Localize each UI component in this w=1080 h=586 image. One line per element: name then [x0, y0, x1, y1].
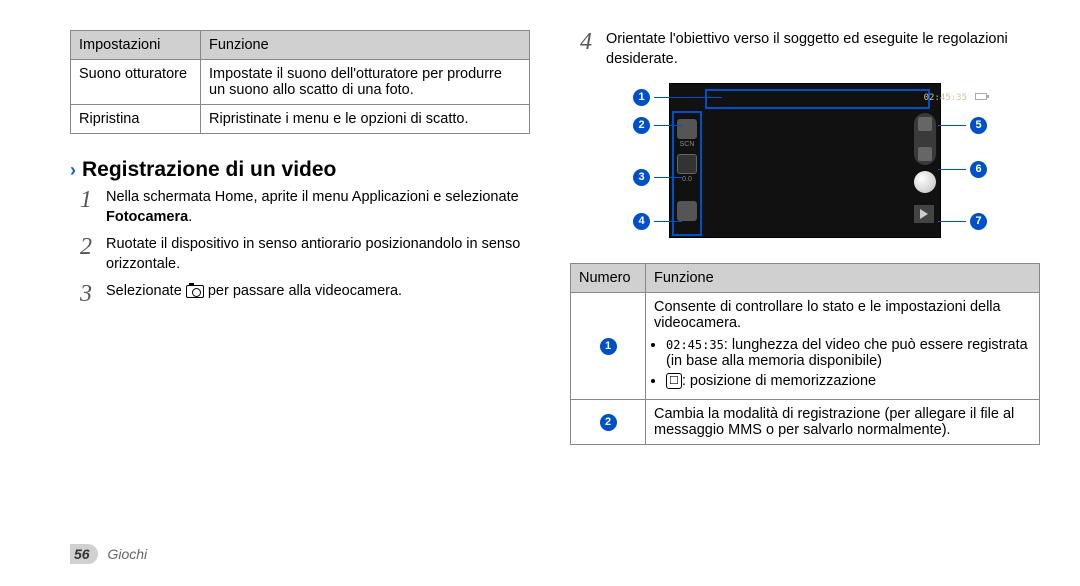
th-num: Numero [571, 264, 646, 293]
cell-func: Ripristinate i menu e le opzioni di scat… [201, 105, 530, 134]
step-text: Selezionate per passare alla videocamera… [106, 282, 402, 310]
cell-func: Impostate il suono dell'otturatore per p… [201, 60, 530, 105]
shutter-button-icon [914, 171, 936, 193]
steps-list: 1 Nella schermata Home, aprite il menu A… [76, 188, 530, 311]
page-footer: 56 Giochi [70, 544, 147, 564]
step-item: 3 Selezionate per passare alla videocame… [76, 282, 530, 310]
step-item: 2 Ruotate il dispositivo in senso antior… [76, 235, 530, 274]
callout-2: 2 [633, 117, 682, 134]
right-controls [914, 113, 938, 223]
step-text: Nella schermata Home, aprite il menu App… [106, 188, 530, 227]
status-bar-highlight [705, 89, 930, 109]
callout-table: Numero Funzione 1 Consente di controllar… [570, 263, 1040, 445]
callout-6: 6 [938, 161, 987, 178]
section-header: › Registrazione di un video [70, 158, 530, 182]
cell-func: Consente di controllare lo stato e le im… [646, 293, 1040, 400]
mode-switch-icon [914, 113, 936, 165]
callout-3: 3 [633, 169, 682, 186]
camera-diagram: 02:45:35 SCN 0.0 1 2 3 4 5 6 7 [615, 83, 995, 243]
page-number: 56 [70, 544, 98, 564]
table-row: Suono otturatore Impostate il suono dell… [71, 60, 530, 105]
callout-5: 5 [938, 117, 987, 134]
step-number: 2 [76, 231, 96, 274]
callout-4: 4 [633, 213, 682, 230]
steps-list-right: 4 Orientate l'obiettivo verso il soggett… [576, 30, 1040, 69]
timecode-label: 02:45:35 [924, 93, 967, 103]
step-number: 3 [76, 278, 96, 310]
step-item: 1 Nella schermata Home, aprite il menu A… [76, 188, 530, 227]
th-setting: Impostazioni [71, 31, 201, 60]
th-func: Funzione [646, 264, 1040, 293]
table-row: Ripristina Ripristinate i menu e le opzi… [71, 105, 530, 134]
scn-label: SCN [674, 141, 700, 148]
section-title: Registrazione di un video [82, 158, 336, 182]
battery-icon [975, 93, 987, 100]
settings-table: Impostazioni Funzione Suono otturatore I… [70, 30, 530, 134]
callout-7: 7 [938, 213, 987, 230]
cell-num: 1 [571, 293, 646, 400]
footer-section: Giochi [107, 546, 147, 562]
step-item: 4 Orientate l'obiettivo verso il soggett… [576, 30, 1040, 69]
bullet-item: ☐: posizione di memorizzazione [666, 373, 1031, 389]
step-text: Ruotate il dispositivo in senso antiorar… [106, 235, 530, 274]
table-row: 2 Cambia la modalità di registrazione (p… [571, 400, 1040, 445]
th-func: Funzione [201, 31, 530, 60]
cell-setting: Suono otturatore [71, 60, 201, 105]
table-row: 1 Consente di controllare lo stato e le … [571, 293, 1040, 400]
callout-1: 1 [633, 89, 722, 106]
step-number: 1 [76, 184, 96, 227]
bullet-item: 02:45:35: lunghezza del video che può es… [666, 337, 1031, 369]
cell-setting: Ripristina [71, 105, 201, 134]
playback-icon [914, 205, 934, 223]
step-text: Orientate l'obiettivo verso il soggetto … [606, 30, 1040, 69]
step-number: 4 [576, 26, 596, 69]
cell-num: 2 [571, 400, 646, 445]
storage-icon: ☐ [666, 373, 682, 389]
camera-icon [186, 285, 204, 298]
timecode-inline: 02:45:35 [666, 338, 724, 352]
chevron-right-icon: › [70, 160, 76, 181]
cell-func: Cambia la modalità di registrazione (per… [646, 400, 1040, 445]
